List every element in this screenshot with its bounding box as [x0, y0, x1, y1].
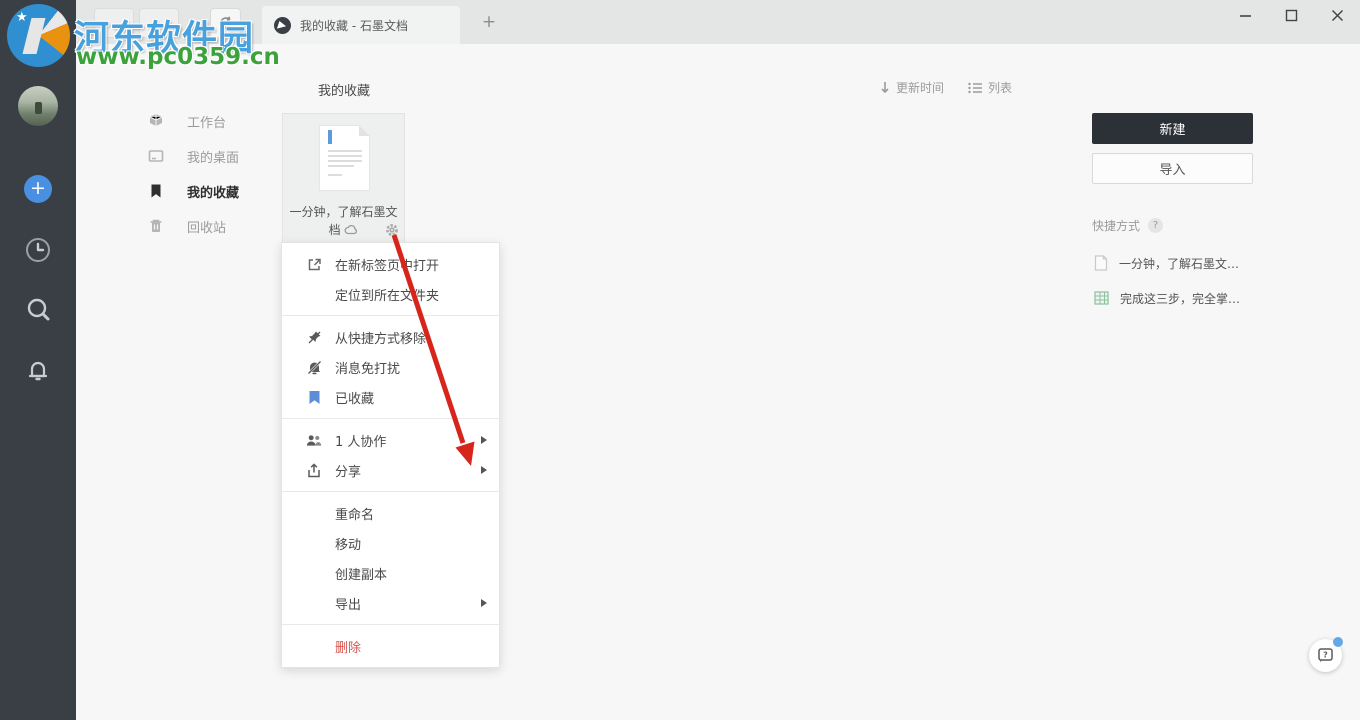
workbench-icon	[149, 114, 163, 127]
shortcuts-title: 快捷方式 ?	[1092, 217, 1164, 234]
sidebar-item-label: 我的收藏	[187, 185, 240, 201]
sheet-icon	[1094, 291, 1109, 305]
menu-item-collaborators[interactable]: 1 人协作	[282, 425, 499, 455]
sidebar-item-label: 回收站	[187, 220, 227, 236]
list-view-icon	[968, 82, 982, 93]
menu-item-delete[interactable]: 删除	[282, 631, 499, 661]
add-button[interactable]: +	[24, 175, 52, 203]
watermark-site-url: www.pc0359.cn	[76, 44, 280, 70]
submenu-arrow-icon	[481, 466, 487, 474]
submenu-arrow-icon	[481, 436, 487, 444]
maximize-button[interactable]	[1278, 2, 1304, 28]
shortcut-label: 一分钟，了解石墨文…	[1119, 256, 1240, 271]
avatar[interactable]	[18, 86, 58, 126]
forward-button[interactable]	[139, 8, 179, 38]
menu-item-mute[interactable]: 消息免打扰	[282, 352, 499, 382]
sidebar-item-label: 工作台	[187, 115, 227, 131]
menu-divider	[282, 418, 499, 419]
menu-item-locate-folder[interactable]: 定位到所在文件夹	[282, 279, 499, 309]
recent-icon[interactable]	[24, 236, 52, 264]
svg-text:?: ?	[1323, 651, 1328, 660]
mute-icon	[306, 359, 322, 375]
document-card[interactable]: 一分钟，了解石墨文 档	[282, 113, 405, 243]
maximize-icon	[1285, 9, 1297, 21]
collaborators-icon	[306, 432, 322, 448]
menu-item-move[interactable]: 移动	[282, 528, 499, 558]
new-button[interactable]: 新建	[1092, 113, 1253, 144]
import-button[interactable]: 导入	[1092, 153, 1253, 184]
gear-icon[interactable]	[385, 222, 399, 241]
shimo-logo-icon	[274, 16, 291, 34]
sidebar-item-label: 我的桌面	[187, 150, 240, 166]
desktop-icon	[148, 150, 164, 162]
refresh-icon	[219, 16, 232, 29]
context-menu: 在新标签页中打开 定位到所在文件夹 从快捷方式移除 消息免打扰 已收藏 1 人协…	[281, 242, 500, 668]
shortcuts-help-icon[interactable]: ?	[1148, 218, 1164, 233]
back-button[interactable]	[94, 8, 134, 38]
new-tab-button[interactable]: +	[476, 10, 502, 36]
sort-desc-icon	[881, 82, 889, 94]
menu-divider	[282, 491, 499, 492]
help-button[interactable]: ?	[1309, 637, 1343, 672]
menu-item-open-new-tab[interactable]: 在新标签页中打开	[282, 249, 499, 279]
menu-divider	[282, 315, 499, 316]
submenu-arrow-icon	[481, 599, 487, 607]
share-icon	[306, 462, 322, 478]
sort-label: 更新时间	[896, 81, 945, 95]
pin-off-icon	[306, 329, 322, 345]
tab-title: 我的收藏 - 石墨文档	[300, 18, 408, 33]
menu-item-remove-shortcut[interactable]: 从快捷方式移除	[282, 322, 499, 352]
card-title-line1: 一分钟，了解石墨文	[289, 205, 398, 219]
menu-item-export[interactable]: 导出	[282, 588, 499, 618]
cloud-synced-icon	[345, 225, 358, 235]
doc-icon	[1094, 255, 1108, 271]
shortcut-label: 完成这三步，完全掌…	[1120, 291, 1241, 306]
app-window: + 我的收藏 - 石墨文档 + 工作台 我的桌面 我的收藏 回收站 我的收藏 更…	[0, 0, 1360, 720]
close-icon	[1331, 9, 1343, 21]
close-button[interactable]	[1324, 2, 1350, 28]
help-bubble-icon: ?	[1318, 648, 1333, 663]
sort-control[interactable]: 更新时间	[880, 79, 944, 96]
menu-item-rename[interactable]: 重命名	[282, 498, 499, 528]
search-icon[interactable]	[24, 296, 52, 324]
bookmark-icon	[151, 184, 161, 198]
refresh-button[interactable]	[210, 8, 241, 38]
bookmark-blue-icon	[306, 389, 322, 405]
shortcut-item[interactable]: 一分钟，了解石墨文…	[1094, 252, 1294, 274]
page-title: 我的收藏	[318, 84, 371, 99]
minimize-icon	[1239, 14, 1251, 17]
menu-divider	[282, 624, 499, 625]
menu-item-favorited[interactable]: 已收藏	[282, 382, 499, 412]
view-label: 列表	[988, 81, 1013, 95]
trash-icon	[150, 219, 162, 232]
shortcut-item[interactable]: 完成这三步，完全掌…	[1094, 287, 1294, 309]
topbar: 我的收藏 - 石墨文档 +	[76, 0, 1360, 44]
document-thumbnail	[319, 125, 370, 191]
notifications-icon[interactable]	[24, 356, 52, 384]
view-toggle[interactable]: 列表	[968, 79, 1012, 96]
tab-my-favorites[interactable]: 我的收藏 - 石墨文档	[262, 6, 460, 44]
notification-dot	[1333, 637, 1343, 647]
left-rail: +	[0, 0, 76, 720]
minimize-button[interactable]	[1232, 2, 1258, 28]
open-new-tab-icon	[306, 256, 322, 272]
menu-item-duplicate[interactable]: 创建副本	[282, 558, 499, 588]
menu-item-share[interactable]: 分享	[282, 455, 499, 485]
